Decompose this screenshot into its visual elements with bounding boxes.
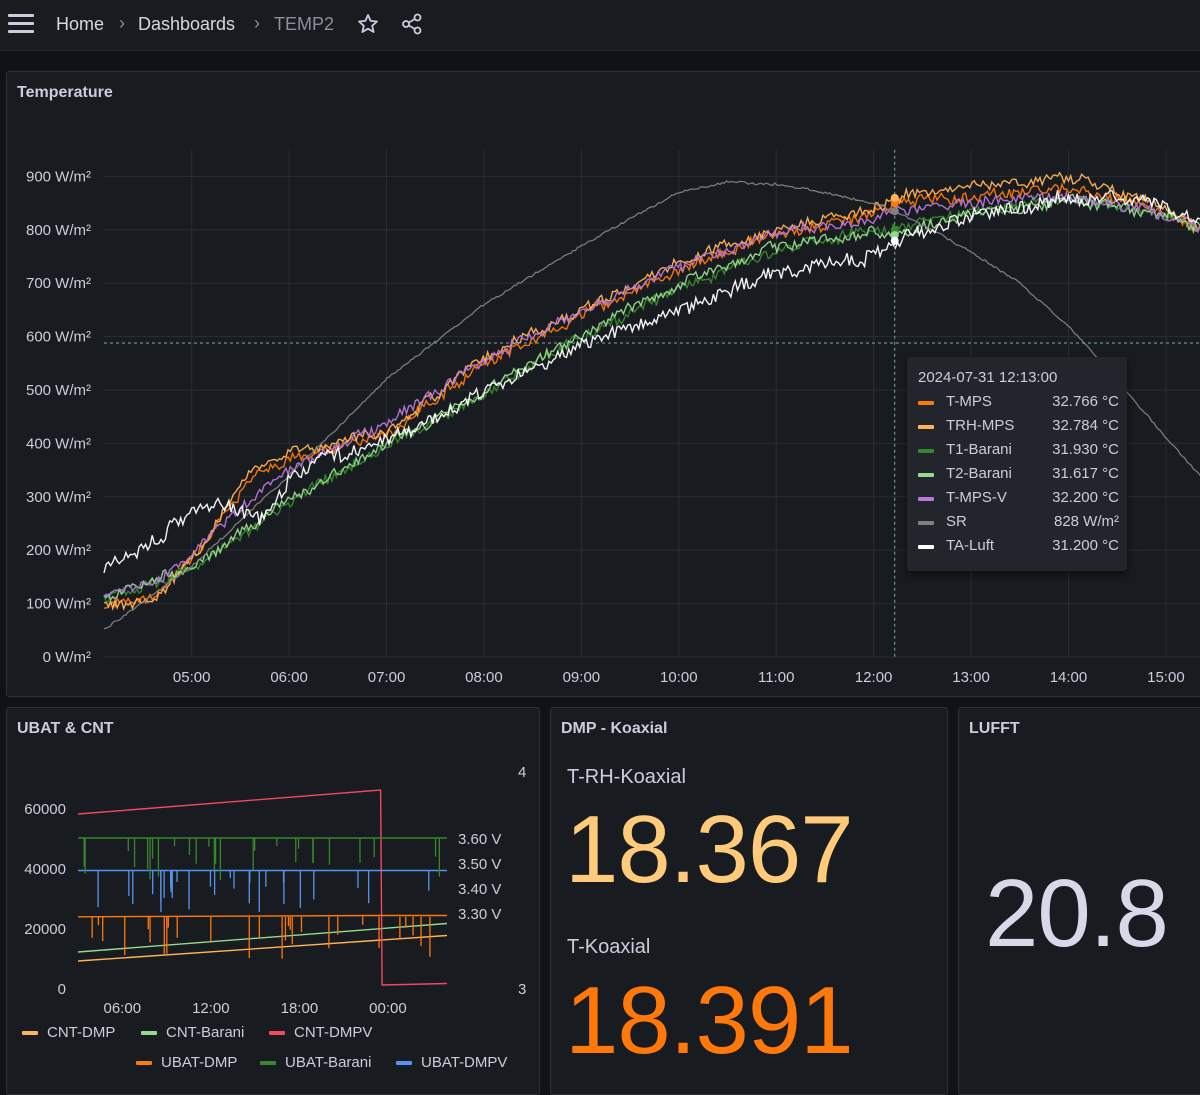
series-swatch (22, 1031, 38, 1036)
ubat-cnt-chart[interactable]: 0 20000 40000 60000 3 3.30 V 3.40 V 3.50 V 3.60 … (0, 0, 540, 1030)
tooltip-row: TRH-MPS 32.784 °C (918, 417, 1119, 437)
legend-item[interactable]: UBAT-Barani (260, 1054, 371, 1074)
x-tick-label: 18:00 (281, 1000, 319, 1017)
tooltip-series-value: 31.617 °C (1052, 465, 1119, 482)
y-right-tick-label: 3.50 V (458, 856, 501, 873)
x-tick-label: 00:00 (369, 1000, 407, 1017)
tooltip-series-value: 32.784 °C (1052, 417, 1119, 434)
legend-label: UBAT-DMPV (421, 1054, 508, 1071)
legend-item[interactable]: CNT-DMP (22, 1024, 115, 1044)
series-swatch (260, 1061, 276, 1066)
series-swatch (918, 521, 934, 525)
legend-label: UBAT-Barani (285, 1054, 372, 1071)
tooltip-row: T2-Barani 31.617 °C (918, 465, 1119, 485)
x-tick-label: 12:00 (192, 1000, 230, 1017)
legend-item[interactable]: UBAT-DMPV (396, 1054, 507, 1074)
x-tick-label: 14:00 (1050, 669, 1088, 686)
y-left-tick-label: 20000 (24, 921, 66, 938)
crosshair-point (890, 193, 899, 202)
tooltip-series-value: 32.766 °C (1052, 393, 1119, 410)
y-left-tick-label: 40000 (24, 861, 66, 878)
series-swatch (918, 545, 934, 549)
panel-title: DMP - Koaxial (561, 720, 668, 737)
stat-label: T-Koaxial (567, 936, 651, 958)
tooltip-series-name: SR (946, 513, 967, 530)
series-swatch (918, 497, 934, 501)
x-tick-label: 10:00 (660, 669, 698, 686)
x-tick-label: 06:00 (104, 1000, 142, 1017)
stat-value: 20.8 (985, 860, 1169, 967)
chart-tooltip: 2024-07-31 12:13:00 T-MPS 32.766 °C TRH-MP… (907, 357, 1127, 571)
crosshair-point (890, 206, 899, 215)
tooltip-series-value: 31.930 °C (1052, 441, 1119, 458)
tooltip-series-name: T1-Barani (946, 441, 1012, 458)
series-swatch (396, 1061, 412, 1066)
lufft-panel[interactable]: LUFFT 20.8 (958, 707, 1200, 1095)
legend-item[interactable]: CNT-DMPV (269, 1024, 372, 1044)
tooltip-series-name: TA-Luft (946, 537, 995, 554)
legend-item[interactable]: CNT-Barani (141, 1024, 244, 1044)
x-tick-label: 11:00 (758, 669, 794, 686)
x-tick-label: 15:00 (1147, 669, 1185, 686)
tooltip-series-value: 32.200 °C (1052, 489, 1119, 506)
stat-value: 18.367 (565, 796, 854, 903)
tooltip-row: SR 828 W/m² (918, 513, 1119, 533)
x-tick-label: 13:00 (952, 669, 990, 686)
tooltip-row: TA-Luft 31.200 °C (918, 537, 1119, 557)
panel-title: LUFFT (969, 720, 1020, 737)
series-line (77, 914, 447, 918)
y-right-tick-label: 3 (518, 981, 526, 998)
y-right-tick-label: 3.40 V (458, 881, 501, 898)
y-left-tick-label: 60000 (24, 801, 66, 818)
y-right-tick-label: 3.30 V (458, 906, 501, 923)
tooltip-row: T1-Barani 31.930 °C (918, 441, 1119, 461)
tooltip-series-value: 31.200 °C (1052, 537, 1119, 554)
x-tick-label: 12:00 (855, 669, 893, 686)
x-tick-label: 09:00 (563, 669, 601, 686)
series-swatch (918, 401, 934, 405)
stat-label: T-RH-Koaxial (567, 766, 686, 788)
legend-label: CNT-DMPV (294, 1024, 373, 1041)
tooltip-series-name: TRH-MPS (946, 417, 1015, 434)
series-swatch (918, 449, 934, 453)
series-swatch (136, 1061, 152, 1066)
tooltip-series-name: T2-Barani (946, 465, 1012, 482)
y-right-tick-label: 3.60 V (458, 831, 501, 848)
series-swatch (918, 425, 934, 429)
y-left-tick-label: 0 (58, 981, 66, 998)
series-swatch (141, 1031, 157, 1036)
legend-label: CNT-DMP (47, 1024, 116, 1041)
legend-label: UBAT-DMP (161, 1054, 238, 1071)
tooltip-series-name: T-MPS (946, 393, 992, 410)
legend-item[interactable]: UBAT-DMP (136, 1054, 237, 1074)
tooltip-series-name: T-MPS-V (946, 489, 1007, 506)
tooltip-time: 2024-07-31 12:13:00 (918, 369, 1058, 386)
series-swatch (269, 1031, 285, 1036)
crosshair-point (890, 236, 899, 245)
y-right-tick-label: 4 (518, 764, 526, 781)
legend-label: CNT-Barani (166, 1024, 245, 1041)
series-swatch (918, 473, 934, 477)
stat-value: 18.391 (565, 967, 854, 1074)
tooltip-row: T-MPS-V 32.200 °C (918, 489, 1119, 509)
dmp-koaxial-panel[interactable]: DMP - Koaxial T-RH-Koaxial 18.367 T-Koax… (550, 707, 948, 1095)
tooltip-series-value: 828 W/m² (1053, 513, 1119, 530)
tooltip-row: T-MPS 32.766 °C (918, 393, 1119, 413)
